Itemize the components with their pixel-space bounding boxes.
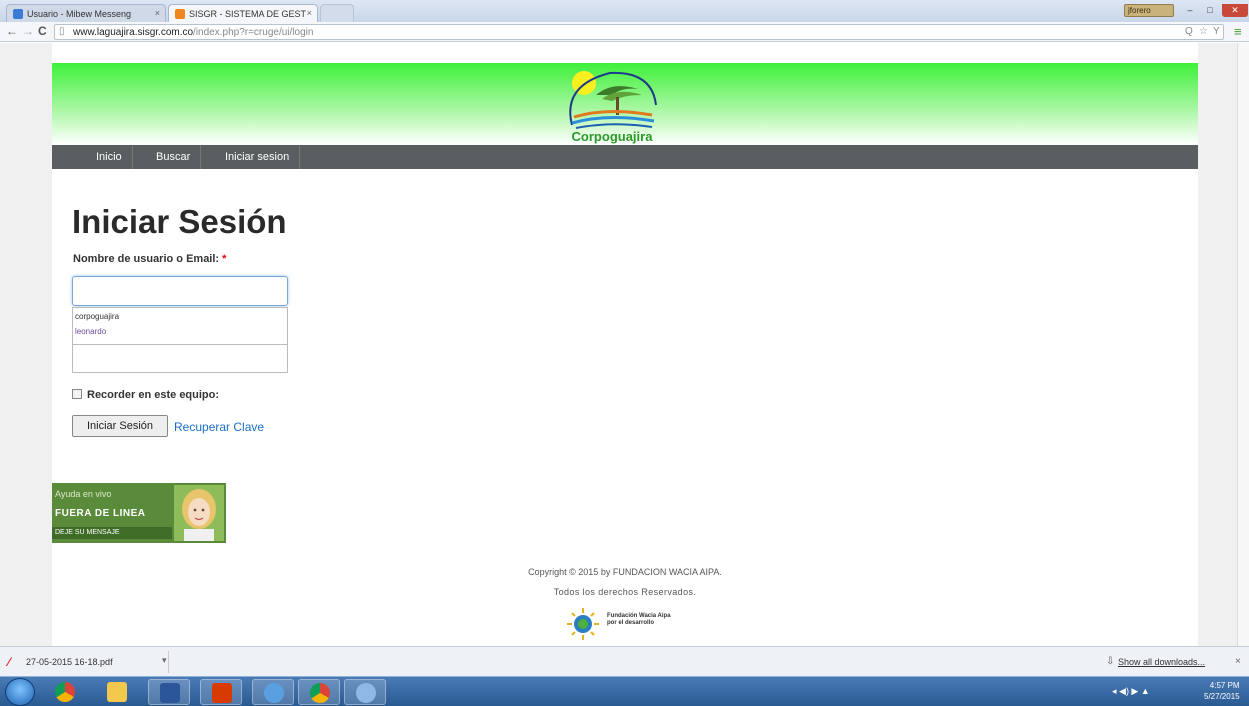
browser-tab-strip: Usuario - Mibew Messeng × SISGR - SISTEM… xyxy=(0,0,1249,22)
autocomplete-option[interactable]: leonardo xyxy=(73,323,287,338)
chat-title: Ayuda en vivo xyxy=(55,489,112,499)
corpoguajira-logo[interactable]: Corpoguajira xyxy=(552,65,672,145)
chat-status: FUERA DE LINEA xyxy=(55,508,146,519)
chat-leave-message: DEJE SU MENSAJE xyxy=(52,527,172,539)
pdf-app-icon xyxy=(212,683,232,703)
menu-icon[interactable]: ≡ xyxy=(1234,24,1242,39)
fundacion-logo-text: Fundación Wacia Aipa por el desarrollo xyxy=(607,613,671,627)
close-window-button[interactable]: ✕ xyxy=(1222,4,1248,17)
remember-me-checkbox[interactable] xyxy=(72,389,82,399)
site-container: Corpoguajira Inicio Buscar Iniciar sesio… xyxy=(52,43,1198,646)
taskbar-word-app[interactable] xyxy=(148,679,190,705)
nav-buscar[interactable]: Buscar xyxy=(146,145,202,169)
fundacion-logo-line: por el desarrollo xyxy=(607,620,655,626)
forward-arrow-icon[interactable]: → xyxy=(22,24,34,39)
tab-sisgr[interactable]: SISGR - SISTEMA DE GEST × xyxy=(168,4,318,22)
mibew-favicon-icon xyxy=(13,9,23,19)
taskbar-media-app[interactable] xyxy=(344,679,386,705)
new-tab-button[interactable] xyxy=(320,4,354,22)
zoom-icon[interactable]: Q xyxy=(1185,26,1193,37)
start-button[interactable] xyxy=(5,678,35,706)
show-all-downloads-link[interactable]: Show all downloads... xyxy=(1118,657,1205,667)
tab-mibew-messenger[interactable]: Usuario - Mibew Messeng × xyxy=(6,4,166,22)
page-icon: ▯ xyxy=(59,26,65,37)
password-input[interactable] xyxy=(72,345,288,373)
search-icon xyxy=(264,683,284,703)
windows-taskbar: ◂ ◀) ▶ ▲ 4:57 PM 5/27/2015 xyxy=(0,676,1249,706)
url-path: /index.php?r=cruge/ui/login xyxy=(193,27,314,38)
tab-label: Usuario - Mibew Messeng xyxy=(27,9,132,19)
tab-close-icon[interactable]: × xyxy=(155,8,160,18)
page-title: Iniciar Sesión xyxy=(72,203,287,240)
chrome-icon xyxy=(55,682,75,702)
remember-me-label: Recorder en este equipo: xyxy=(87,389,220,401)
login-submit-button[interactable]: Iniciar Sesión xyxy=(72,415,168,437)
footer-copyright: Copyright © 2015 by FUNDACION WACIA AIPA… xyxy=(528,567,722,577)
chrome-icon xyxy=(310,683,330,703)
pdf-icon: ⁄ xyxy=(8,655,11,669)
word-icon xyxy=(160,683,180,703)
username-label: Nombre de usuario o Email: * xyxy=(73,253,226,265)
taskbar-chrome-window[interactable] xyxy=(298,679,340,705)
maximize-button[interactable]: □ xyxy=(1200,4,1220,17)
screen: Usuario - Mibew Messeng × SISGR - SISTEM… xyxy=(0,0,1249,706)
sisgr-favicon-icon xyxy=(175,9,185,19)
address-bar[interactable]: ▯ www.laguajira.sisgr.com.co/index.php?r… xyxy=(54,24,1224,40)
main-nav: Inicio Buscar Iniciar sesion xyxy=(52,145,1198,169)
taskbar-chrome-app[interactable] xyxy=(44,679,86,705)
taskbar-search-app[interactable] xyxy=(252,679,294,705)
extension-icon[interactable]: Y xyxy=(1213,26,1220,37)
download-item[interactable]: ⁄ 27-05-2015 16-18.pdf ▾ xyxy=(4,651,169,673)
minimize-button[interactable]: – xyxy=(1180,4,1200,17)
fundacion-logo: Fundación Wacia Aipa por el desarrollo xyxy=(565,607,695,641)
close-icon[interactable]: × xyxy=(1235,656,1241,667)
download-shelf: ⁄ 27-05-2015 16-18.pdf ▾ ⇩ Show all down… xyxy=(0,646,1249,676)
remember-me-row: Recorder en este equipo: xyxy=(72,389,219,401)
nav-inicio[interactable]: Inicio xyxy=(86,145,133,169)
browser-toolbar: ← → C ▯ www.laguajira.sisgr.com.co/index… xyxy=(0,22,1249,42)
taskbar-explorer-app[interactable] xyxy=(96,679,138,705)
username-input[interactable] xyxy=(72,276,288,306)
fundacion-logo-line: Fundación Wacia Aipa xyxy=(607,613,671,619)
tab-label: SISGR - SISTEMA DE GEST xyxy=(189,9,307,19)
download-icon: ⇩ xyxy=(1106,656,1115,667)
taskbar-clock[interactable]: 4:57 PM 5/27/2015 xyxy=(1204,680,1240,702)
logo-text: Corpoguajira xyxy=(571,129,653,144)
folder-icon xyxy=(107,682,127,702)
clock-time: 4:57 PM xyxy=(1209,681,1240,690)
chevron-down-icon[interactable]: ▾ xyxy=(162,655,167,666)
fundacion-emblem-icon xyxy=(567,608,599,640)
tab-close-icon[interactable]: × xyxy=(307,8,312,18)
window-user-badge[interactable]: jforero xyxy=(1124,4,1174,17)
recover-password-link[interactable]: Recuperar Clave xyxy=(174,420,264,434)
page-scrollbar[interactable] xyxy=(1237,43,1249,646)
download-file-name: 27-05-2015 16-18.pdf xyxy=(26,657,113,667)
media-player-icon xyxy=(356,683,376,703)
back-arrow-icon[interactable]: ← xyxy=(6,24,18,39)
logo-graphic xyxy=(569,71,657,129)
header-banner: Corpoguajira xyxy=(52,63,1198,145)
autocomplete-option[interactable]: corpoguajira xyxy=(73,308,287,323)
clock-date: 5/27/2015 xyxy=(1204,692,1240,701)
footer-rights: Todos los derechos Reservados. xyxy=(553,587,697,597)
nav-iniciar-sesion[interactable]: Iniciar sesion xyxy=(215,145,301,169)
reload-icon[interactable]: C xyxy=(38,24,47,39)
required-marker: * xyxy=(222,253,227,265)
chat-operator-avatar xyxy=(174,485,224,541)
url-host: www.laguajira.sisgr.com.co xyxy=(73,27,194,38)
autocomplete-dropdown: corpoguajira leonardo xyxy=(72,307,288,345)
system-tray-icons[interactable]: ◂ ◀) ▶ ▲ xyxy=(1112,686,1150,697)
username-label-text: Nombre de usuario o Email: xyxy=(73,253,220,265)
live-chat-widget[interactable]: Ayuda en vivo FUERA DE LINEA DEJE SU MEN… xyxy=(52,483,226,543)
bookmark-star-icon[interactable]: ☆ xyxy=(1199,26,1208,37)
taskbar-pdf-app[interactable] xyxy=(200,679,242,705)
page-viewport: Corpoguajira Inicio Buscar Iniciar sesio… xyxy=(0,43,1249,646)
